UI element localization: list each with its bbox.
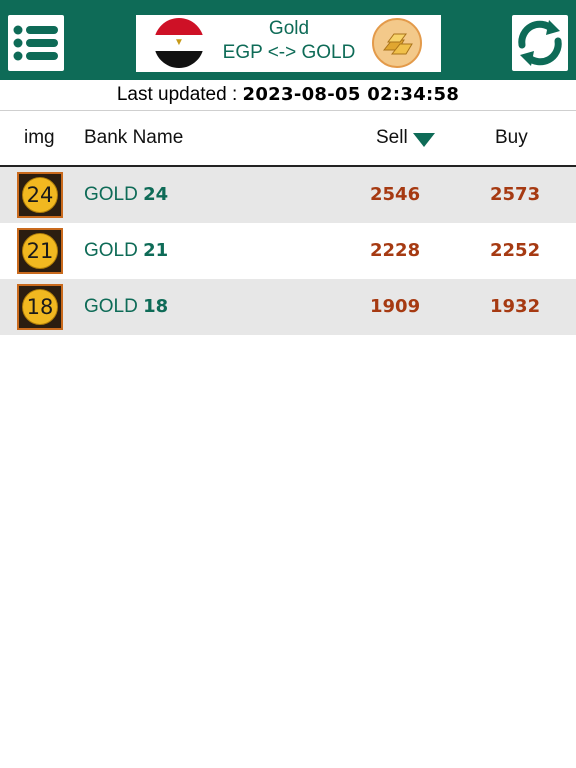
last-updated-timestamp: 2023-08-05 02:34:58 [242,84,460,105]
top-bar: ▼ Gold EGP <-> GOLD [0,0,576,80]
karat-badge-icon: 24 [17,172,63,218]
table-row[interactable]: 21 GOLD 21 2228 2252 [0,223,576,279]
title-text: Gold EGP <-> GOLD [214,17,364,65]
karat-badge-label: 24 [22,177,58,213]
gold-bars-icon [372,18,422,68]
karat-badge-label: 18 [22,289,58,325]
refresh-button[interactable] [512,15,568,71]
list-icon [13,25,58,61]
buy-price: 2252 [490,240,541,261]
egypt-flag-icon: ▼ [154,18,204,68]
column-header-img: img [24,127,55,148]
column-header-bank-name[interactable]: Bank Name [84,127,183,149]
column-header-buy[interactable]: Buy [495,127,528,149]
sell-price: 2228 [370,240,421,261]
table-header: img Bank Name Sell Buy [0,111,576,165]
refresh-icon [518,20,562,66]
karat-badge-icon: 21 [17,228,63,274]
bank-name: GOLD 18 [84,296,169,317]
app-title: Gold [268,18,310,39]
karat-badge-label: 21 [22,233,58,269]
title-panel: ▼ Gold EGP <-> GOLD [136,15,441,72]
bank-name: GOLD 24 [84,184,169,205]
bank-name: GOLD 21 [84,240,169,261]
last-updated: Last updated : 2023-08-05 02:34:58 [0,80,576,110]
table-row[interactable]: 24 GOLD 24 2546 2573 [0,167,576,223]
sell-price: 2546 [370,184,421,205]
table-row[interactable]: 18 GOLD 18 1909 1932 [0,279,576,335]
menu-button[interactable] [8,15,64,71]
currency-pair: EGP <-> GOLD [222,42,356,63]
buy-price: 1932 [490,296,541,317]
sell-price: 1909 [370,296,421,317]
last-updated-label: Last updated : [116,84,243,105]
karat-badge-icon: 18 [17,284,63,330]
sort-descending-icon[interactable] [413,133,435,147]
column-header-sell[interactable]: Sell [376,127,408,149]
buy-price: 2573 [490,184,541,205]
